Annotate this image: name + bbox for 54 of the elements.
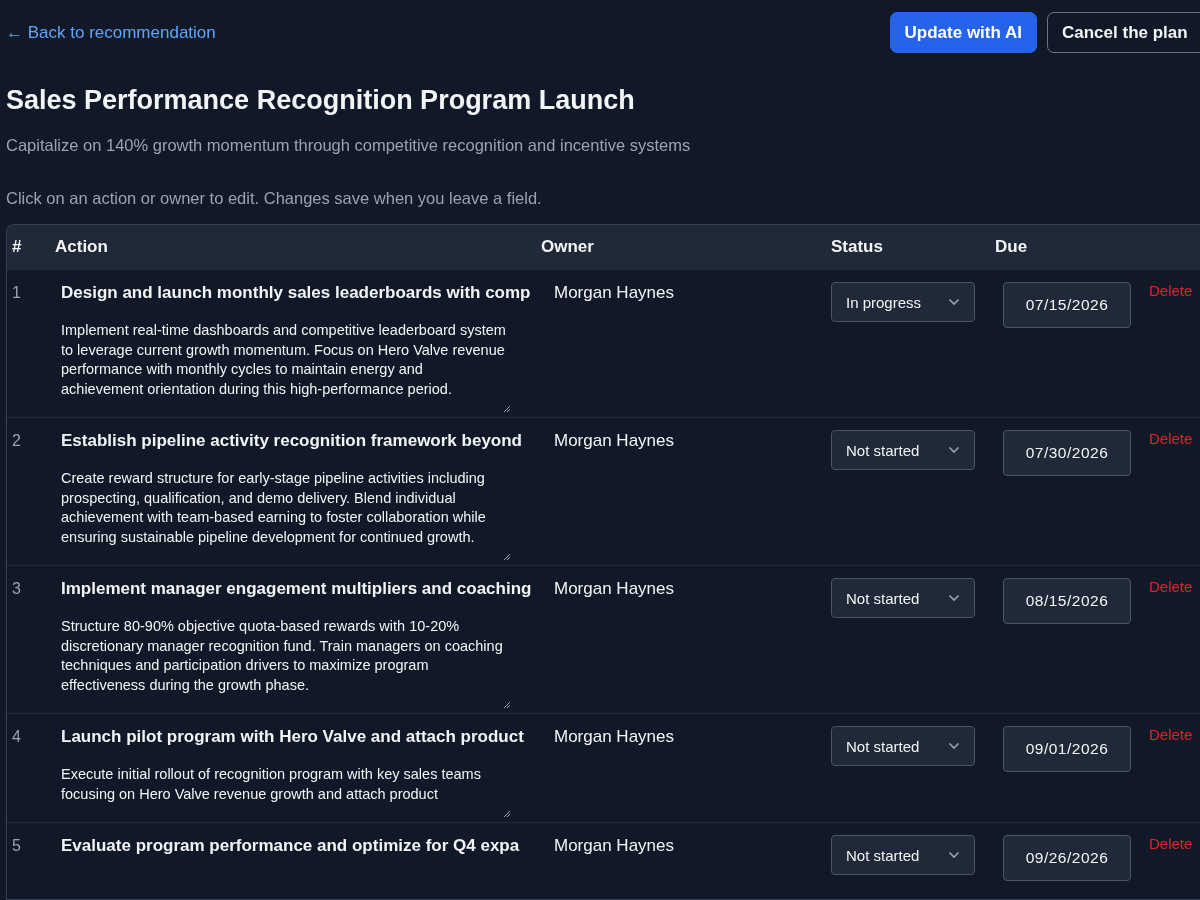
- chevron-down-icon: [948, 851, 960, 859]
- due-date-field[interactable]: 09/01/2026: [1003, 726, 1131, 772]
- title-field[interactable]: Launch pilot program with Hero Valve and attach product: [61, 726, 541, 747]
- description-field[interactable]: Create reward structure for early-stage pipeline activities including prospecting, qualification, and demo delivery. Blend individual achievement with team-based earning to foster collaboration while ensuring sustainable pipeline development for continued growth.: [61, 469, 513, 547]
- page-title: Sales Performance Recognition Program Launch: [6, 85, 636, 116]
- delete-link[interactable]: Delete: [1149, 835, 1193, 852]
- row-number: 1: [11, 283, 22, 303]
- back-link[interactable]: ← Back to recommendation: [6, 22, 216, 43]
- row-number: 5: [11, 836, 22, 856]
- chevron-down-icon: [948, 298, 960, 306]
- owner-field[interactable]: Morgan Haynes: [541, 726, 674, 747]
- resize-handle-icon[interactable]: [503, 810, 511, 818]
- status-select[interactable]: Not started: [831, 578, 975, 618]
- status-select[interactable]: Not started: [831, 726, 975, 766]
- owner-field[interactable]: Morgan Haynes: [541, 430, 674, 451]
- title-field[interactable]: Design and launch monthly sales leaderboards with comp: [61, 282, 541, 303]
- status-select[interactable]: Not started: [831, 430, 975, 470]
- row-number: 3: [11, 579, 22, 599]
- due-date-field[interactable]: 07/15/2026: [1003, 282, 1131, 328]
- due-date-field[interactable]: 09/26/2026: [1003, 835, 1131, 881]
- resize-handle-icon[interactable]: [503, 405, 511, 413]
- action-button[interactable]: Update with AI: [889, 12, 1037, 53]
- delete-link[interactable]: Delete: [1149, 578, 1193, 595]
- resize-handle-icon[interactable]: [503, 553, 511, 561]
- delete-link[interactable]: Delete: [1149, 726, 1193, 743]
- owner-field[interactable]: Morgan Haynes: [541, 835, 674, 856]
- column-header: Owner: [541, 237, 595, 257]
- title-field[interactable]: Establish pipeline activity recognition framework beyond: [61, 430, 541, 451]
- due-date-field[interactable]: 07/30/2026: [1003, 430, 1131, 476]
- status-select[interactable]: In progress: [831, 282, 975, 322]
- chevron-down-icon: [948, 742, 960, 750]
- action-button[interactable]: Cancel the plan: [1047, 12, 1200, 53]
- chevron-down-icon: [948, 594, 960, 602]
- delete-link[interactable]: Delete: [1149, 282, 1193, 299]
- resize-handle-icon[interactable]: [503, 701, 511, 709]
- column-header: Action: [54, 237, 109, 257]
- page-subtitle: Capitalize on 140% growth momentum through competitive recognition and incentive systems: [6, 136, 692, 155]
- description-field[interactable]: Structure 80-90% objective quota-based rewards with 10-20% discretionary manager recognition fund. Train managers on coaching techniques and participation drivers to maximize program effectiveness during the growth phase.: [61, 617, 513, 695]
- row-number: 4: [11, 727, 22, 747]
- title-field[interactable]: Evaluate program performance and optimize for Q4 expa: [61, 835, 541, 856]
- owner-field[interactable]: Morgan Haynes: [541, 282, 674, 303]
- status-select[interactable]: Not started: [831, 835, 975, 875]
- delete-link[interactable]: Delete: [1149, 430, 1193, 447]
- column-header: Due: [995, 237, 1029, 257]
- due-date-field[interactable]: 08/15/2026: [1003, 578, 1131, 624]
- title-field[interactable]: Implement manager engagement multipliers and coaching: [61, 578, 541, 599]
- description-field[interactable]: Execute initial rollout of recognition program with key sales teams focusing on Hero Valve revenue growth and attach product: [61, 765, 513, 804]
- chevron-down-icon: [948, 446, 960, 454]
- column-header: #: [11, 237, 23, 257]
- owner-field[interactable]: Morgan Haynes: [541, 578, 674, 599]
- row-number: 2: [11, 431, 22, 451]
- column-header: Status: [831, 237, 884, 257]
- description-field[interactable]: Implement real-time dashboards and competitive leaderboard system to leverage current growth momentum. Focus on Hero Valve revenue performance with monthly cycles to maintain energy and achievement orientation during this high-performance period.: [61, 321, 513, 399]
- edit-hint: Click on an action or owner to edit. Changes save when you leave a field.: [6, 189, 543, 208]
